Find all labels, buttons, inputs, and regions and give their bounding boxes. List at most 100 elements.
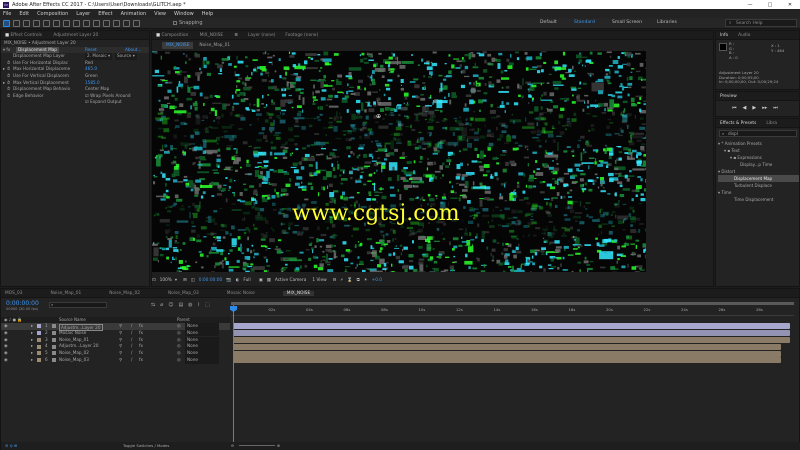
layer-name[interactable]: Mosaic Noise <box>59 330 86 337</box>
rectangle-tool-icon[interactable] <box>63 19 70 27</box>
layer-name[interactable]: Noise_Map_01 <box>59 337 89 344</box>
toggle-icons-icon[interactable]: ⚙ ◎ ⊞ <box>5 442 17 450</box>
effects-switch-icon[interactable]: fx <box>139 323 143 330</box>
layer-row[interactable]: ◉ ▸ 6 Noise_Map_03 ⚲ / fx ◎ None <box>1 357 230 364</box>
fast-preview-icon[interactable]: ⚡ <box>340 278 343 283</box>
layer-row[interactable]: ◉ ▸ 4 Adjustm...Layer 20 ⚲ / fx ◎ None <box>1 343 230 350</box>
tab-footage[interactable]: Footage (none) <box>285 33 318 38</box>
parent-dropdown[interactable]: None <box>185 323 219 330</box>
frame-blending-icon[interactable]: ▤ <box>178 302 183 308</box>
parent-pickwhip-icon[interactable]: ◎ <box>177 337 181 344</box>
eraser-tool-icon[interactable] <box>113 19 120 27</box>
tree-item-distort[interactable]: ▾ Distort <box>718 168 799 175</box>
menu-view[interactable]: View <box>154 11 166 17</box>
effects-switch-icon[interactable]: fx <box>139 357 143 364</box>
hand-tool-icon[interactable] <box>13 19 20 27</box>
label-color-icon[interactable] <box>37 337 41 342</box>
tab-audio[interactable]: Audio <box>738 33 750 38</box>
timeline-tab[interactable]: Mosaic Noise <box>227 291 255 296</box>
type-tool-icon[interactable] <box>83 19 90 27</box>
label-color-icon[interactable] <box>37 331 41 336</box>
parent-dropdown[interactable]: None <box>185 343 219 350</box>
menu-window[interactable]: Window <box>174 11 194 17</box>
close-button[interactable]: ✕ <box>780 2 800 8</box>
effect-row-displacement-map[interactable]: ▾ fx Displacement Map Reset About... <box>1 46 149 54</box>
timeline-tab[interactable]: MOS_03 <box>5 291 22 296</box>
layer-duration-bar[interactable] <box>233 337 790 343</box>
layer-duration-bar[interactable] <box>233 330 790 337</box>
menu-help[interactable]: Help <box>202 11 213 17</box>
selection-tool-icon[interactable] <box>3 19 10 27</box>
zoom-dropdown[interactable]: 100% <box>160 278 172 283</box>
quality-switch-icon[interactable]: / <box>131 350 132 357</box>
parent-pickwhip-icon[interactable]: ◎ <box>177 330 181 337</box>
parent-dropdown[interactable]: None <box>185 350 219 357</box>
label-color-icon[interactable] <box>37 358 41 363</box>
snapping-checkbox-icon[interactable] <box>173 21 177 25</box>
shy-switch-icon[interactable]: ⚲ <box>119 343 122 350</box>
label-color-icon[interactable] <box>37 344 41 349</box>
composition-viewer[interactable]: www.cgtsj.com ⊕ <box>152 51 646 272</box>
timeline-icon[interactable]: ⌛ <box>347 278 352 283</box>
composition-flowchart-icon[interactable]: ⇆ <box>151 302 155 308</box>
puppet-tool-icon[interactable] <box>133 19 140 27</box>
horizontal-channel-dropdown[interactable]: Red <box>85 60 93 67</box>
minimize-button[interactable]: — <box>740 2 760 8</box>
tab-preview[interactable]: Preview <box>720 94 737 99</box>
last-frame-icon[interactable]: ⏭ <box>773 105 778 111</box>
label-color-icon[interactable] <box>37 324 41 329</box>
expand-layer-icon[interactable]: ▸ <box>31 343 33 350</box>
next-frame-icon[interactable]: ▸▸ <box>762 105 767 111</box>
expand-layer-icon[interactable]: ▸ <box>31 357 33 364</box>
effects-search-input[interactable]: ⌕ displ <box>719 130 797 137</box>
label-color-icon[interactable] <box>37 351 41 356</box>
work-area-bar[interactable] <box>231 302 794 305</box>
timeline-tab[interactable]: Noise_Map_01 <box>50 291 81 296</box>
tab-info[interactable]: Info <box>720 33 728 38</box>
expand-layer-icon[interactable]: ▸ <box>31 337 33 344</box>
timeline-tab[interactable]: Noise_Map_02 <box>109 291 140 296</box>
exposure-icon[interactable]: ☀ <box>364 278 368 283</box>
tree-item-text[interactable]: ▾ ▪ Text <box>718 147 799 154</box>
vertical-channel-dropdown[interactable]: Green <box>85 73 98 80</box>
tree-item-time-displacement[interactable]: Time Displacement <box>718 196 799 203</box>
quality-switch-icon[interactable]: / <box>131 357 132 364</box>
current-time-display[interactable]: 0:00:00:00 <box>6 300 39 307</box>
tree-item-displacement-map[interactable]: Displacement Map <box>718 175 799 182</box>
draft-3d-icon[interactable]: ⌀ <box>160 302 163 308</box>
menu-animation[interactable]: Animation <box>121 11 147 17</box>
layer-name[interactable]: Noise_Map_03 <box>59 357 89 364</box>
anchor-point-icon[interactable]: ⊕ <box>376 113 381 120</box>
visibility-eye-icon[interactable]: ◉ <box>4 350 8 357</box>
timeline-zoom-slider[interactable] <box>239 445 275 446</box>
shy-layers-icon[interactable]: ☺ <box>168 302 173 308</box>
expand-layer-icon[interactable]: ▸ <box>31 323 33 330</box>
wrap-pixels-checkbox[interactable]: ☑ Wrap Pixels Around <box>85 93 131 100</box>
graph-editor-icon[interactable]: ⌇ <box>198 302 200 308</box>
tree-item-time[interactable]: ▾ Time <box>718 189 799 196</box>
stopwatch-icon[interactable]: ⏱ <box>7 66 10 73</box>
grid-icon[interactable]: ⊞ <box>183 278 187 283</box>
subtab-mix-noise[interactable]: MIX_NOISE <box>162 41 194 49</box>
rotate-tool-icon[interactable] <box>33 19 40 27</box>
menu-file[interactable]: File <box>3 11 11 17</box>
shy-switch-icon[interactable]: ⚲ <box>119 337 122 344</box>
subtab-noise-map-01[interactable]: Noise_Map_01 <box>199 43 230 48</box>
pan-behind-tool-icon[interactable] <box>53 19 60 27</box>
stopwatch-icon[interactable]: ⏱ <box>7 73 10 80</box>
effects-switch-icon[interactable]: fx <box>139 330 143 337</box>
timecode-display[interactable]: 0:00:00:00 <box>199 278 222 283</box>
tree-item-expressions[interactable]: ▾ ▪ Expressions <box>718 154 799 161</box>
exposure-value[interactable]: +0.0 <box>372 278 382 283</box>
brainstorm-icon[interactable]: ⬚ <box>205 302 210 308</box>
search-help-input[interactable]: ⌕ Search Help <box>725 19 797 27</box>
tab-composition[interactable]: ■ Composition MIX_NOISE ≡ <box>156 33 238 38</box>
visibility-eye-icon[interactable]: ◉ <box>4 343 8 350</box>
menu-effect[interactable]: Effect <box>98 11 112 17</box>
quality-switch-icon[interactable]: / <box>131 323 132 330</box>
layer-name[interactable]: Adjustm...Layer 20 <box>59 343 99 350</box>
active-camera-dropdown[interactable]: Active Camera <box>275 278 307 283</box>
previous-frame-icon[interactable]: ◀ <box>743 105 747 111</box>
visibility-eye-icon[interactable]: ◉ <box>4 323 8 330</box>
parent-dropdown[interactable]: None <box>185 329 219 337</box>
